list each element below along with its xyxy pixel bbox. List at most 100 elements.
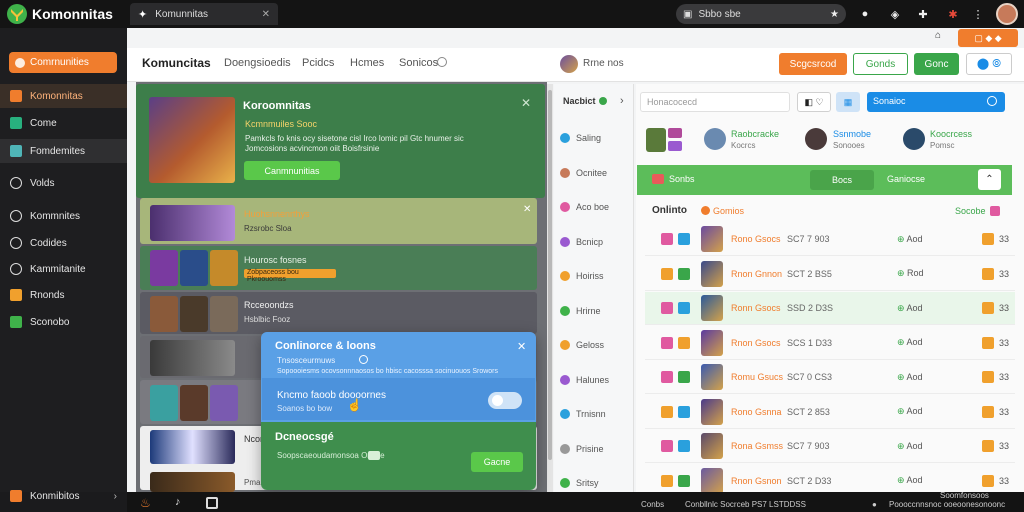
user-tag-icon xyxy=(668,141,682,151)
row-add-button[interactable]: ⊕ Rod xyxy=(897,268,967,279)
notification-icon[interactable]: ✱ xyxy=(945,6,961,22)
list-row[interactable]: Rona Gsmss SC7 7 903 ⊕ Aod 33 xyxy=(645,430,1015,463)
sidebar-item[interactable]: Volds xyxy=(0,171,127,195)
filter-item[interactable]: Halunes xyxy=(560,372,609,388)
row-checkbox[interactable] xyxy=(661,233,673,245)
sidebar-item[interactable]: Sconobo xyxy=(0,310,127,334)
header-outline-button[interactable]: Gonds xyxy=(853,53,908,75)
featured-close-icon[interactable]: ✕ xyxy=(521,96,531,110)
green-bar-mid-button[interactable]: Bocs xyxy=(810,170,874,190)
list-row[interactable]: Rono Gsocs SC7 7 903 ⊕ Aod 33 xyxy=(645,223,1015,256)
row-add-button[interactable]: ⊕ Aod xyxy=(897,337,967,348)
extension-icon[interactable]: ✚ xyxy=(915,6,931,22)
user-avatar[interactable] xyxy=(560,55,578,73)
flame-icon[interactable]: ♨ xyxy=(140,496,154,510)
feed-scroll-thumb[interactable] xyxy=(548,90,552,460)
window-icon[interactable] xyxy=(206,497,218,509)
nav-link-services[interactable]: Sonicos xyxy=(399,57,438,69)
row-close-icon[interactable]: ✕ xyxy=(523,204,531,215)
user-avatar[interactable] xyxy=(704,128,726,150)
list-row[interactable]: Ronn Gsocs SSD 2 D3S ⊕ Aod 33 xyxy=(645,292,1015,325)
nav-link-pics[interactable]: Pcidcs xyxy=(302,57,334,69)
music-icon[interactable]: ♪ xyxy=(175,496,181,508)
record-icon[interactable]: ● xyxy=(857,6,873,22)
list-row[interactable]: Rnon Gnnon SCT 2 BS5 ⊕ Rod 33 xyxy=(645,258,1015,291)
row-add-button[interactable]: ⊕ Aod xyxy=(897,234,967,245)
sidebar-item-label: Volds xyxy=(30,177,55,189)
row-add-button[interactable]: ⊕ Aod xyxy=(897,372,967,383)
header-icon-button[interactable]: ⬤ ⦾ xyxy=(966,53,1012,75)
sidebar-item[interactable]: Kammitanite xyxy=(0,257,127,281)
list-filter-icon[interactable] xyxy=(990,206,1000,216)
chevron-right-icon[interactable]: › xyxy=(620,95,624,107)
popup-line-1: Tnsosceurmuws xyxy=(277,356,336,365)
sidebar-item[interactable]: Codides xyxy=(0,231,127,255)
address-search-bar[interactable]: ▣ Sbbo sbe ★ xyxy=(676,4,846,24)
header-orange-button[interactable]: Scgcsrcod xyxy=(779,53,847,75)
featured-join-button[interactable]: Canmnunitias xyxy=(244,161,340,180)
collapse-icon[interactable]: ⌃ xyxy=(978,169,1001,190)
sidebar-item[interactable]: Come xyxy=(0,111,127,135)
browser-tab[interactable]: ✦ Komunnitas ✕ xyxy=(130,3,278,25)
list-row[interactable]: Rnon Gsocs SCS 1 D33 ⊕ Aod 33 xyxy=(645,327,1015,360)
app-brand[interactable]: Komonnitas xyxy=(6,3,113,25)
filter-item[interactable]: Prisine xyxy=(560,441,604,457)
row-checkbox[interactable] xyxy=(661,267,673,280)
home-icon[interactable]: ⌂ xyxy=(935,30,955,46)
user-avatar[interactable] xyxy=(646,128,666,152)
nav-link-discover[interactable]: Doengsioedis xyxy=(224,57,291,69)
blue-search-bar[interactable]: Sonaioc xyxy=(867,92,1005,112)
sidebar-item[interactable]: Komonnitas xyxy=(0,84,127,108)
nav-link-homes[interactable]: Hcmes xyxy=(350,57,384,69)
sidebar-item[interactable]: Rnonds xyxy=(0,283,127,307)
green-bar-left[interactable]: Sonbs xyxy=(669,174,695,184)
row-status-icon xyxy=(678,371,690,383)
filter-item-icon xyxy=(560,409,570,419)
view-toggle-button[interactable]: ◧ ♡ xyxy=(797,92,831,112)
status-dot-icon: ● xyxy=(872,500,877,509)
row-checkbox[interactable] xyxy=(661,474,673,487)
row-add-button[interactable]: ⊕ Aod xyxy=(897,303,967,314)
top-orange-pill[interactable]: ▢ ◆ ◆ xyxy=(958,29,1018,47)
list-row[interactable]: Romu Gsucs SC7 0 CS3 ⊕ Aod 33 xyxy=(645,361,1015,394)
filter-item-icon xyxy=(560,271,570,281)
bookmark-star-icon[interactable]: ★ xyxy=(830,9,839,20)
popup-close-icon[interactable]: ✕ xyxy=(517,340,526,353)
communities-primary-button[interactable]: Comrnunities xyxy=(9,52,117,73)
settings-icon[interactable]: ⋮ xyxy=(970,6,986,22)
grid-view-icon[interactable]: ▦ xyxy=(836,92,860,112)
filter-item[interactable]: Ocnitee xyxy=(560,165,607,181)
green-bar-right[interactable]: Ganiocse xyxy=(887,174,925,184)
row-checkbox[interactable] xyxy=(661,440,673,452)
header-green-button[interactable]: Gonc xyxy=(914,53,959,75)
row-add-button[interactable]: ⊕ Aod xyxy=(897,406,967,417)
row-checkbox[interactable] xyxy=(661,302,673,314)
filter-item[interactable]: Sritsy xyxy=(560,475,599,491)
filter-item[interactable]: Geloss xyxy=(560,337,604,353)
filter-item[interactable]: Bcnicp xyxy=(560,234,603,250)
filter-item[interactable]: Hrirne xyxy=(560,303,601,319)
row-checkbox[interactable] xyxy=(661,336,673,349)
list-row[interactable]: Rono Gsnna SCT 2 853 ⊕ Aod 33 xyxy=(645,396,1015,429)
sidebar-item[interactable]: Kommnites xyxy=(0,204,127,228)
filter-item-label: Geloss xyxy=(576,340,605,350)
sidebar-footer-item[interactable]: Konmibitos › xyxy=(0,484,127,508)
tab-close-icon[interactable]: ✕ xyxy=(262,9,270,20)
profile-avatar[interactable] xyxy=(996,3,1018,25)
row-add-button[interactable]: ⊕ Aod xyxy=(897,441,967,452)
info-icon[interactable] xyxy=(437,57,447,67)
right-search-input[interactable]: Honacocecd xyxy=(640,92,790,112)
wifi-icon[interactable]: ◈ xyxy=(887,6,903,22)
user-avatar[interactable] xyxy=(805,128,827,150)
search-icon[interactable] xyxy=(987,96,997,106)
sidebar-item[interactable]: Fomdemites xyxy=(0,139,127,163)
user-avatar[interactable] xyxy=(903,128,925,150)
filter-item[interactable]: Hoiriss xyxy=(560,268,604,284)
row-checkbox[interactable] xyxy=(661,405,673,418)
row-add-button[interactable]: ⊕ Aod xyxy=(897,475,967,486)
popup-action-button[interactable]: Gacne xyxy=(471,452,523,472)
row-checkbox[interactable] xyxy=(661,371,673,383)
filter-item[interactable]: Saling xyxy=(560,130,601,146)
filter-item[interactable]: Trnisnn xyxy=(560,406,606,422)
filter-item[interactable]: Aco boe xyxy=(560,199,609,215)
